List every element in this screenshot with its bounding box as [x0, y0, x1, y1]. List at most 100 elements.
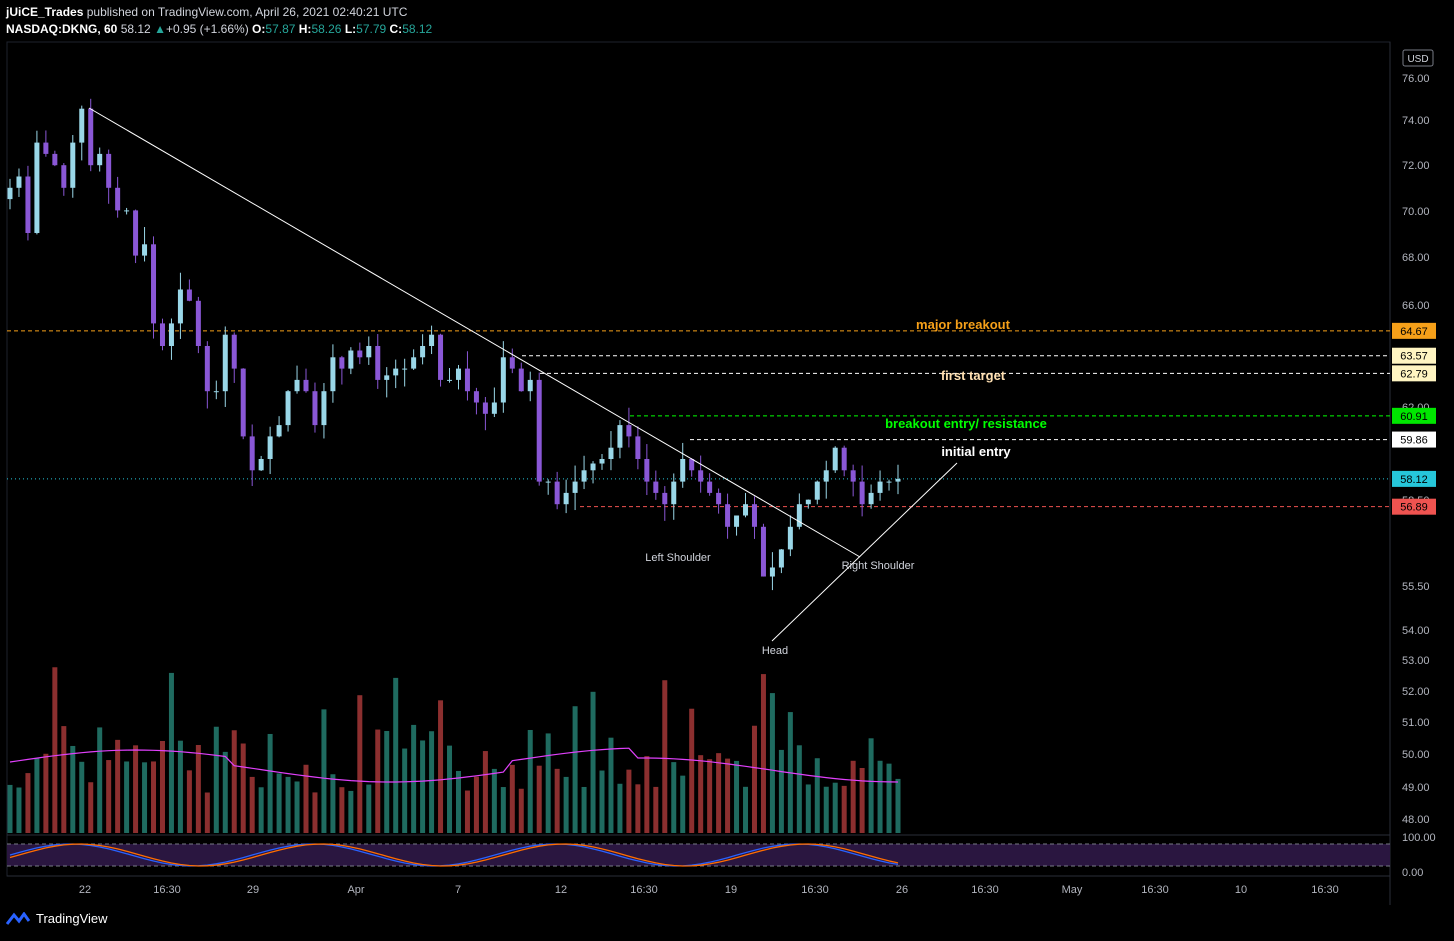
volume-bar [662, 680, 668, 833]
candle-body [177, 289, 183, 324]
candle-body [195, 300, 201, 346]
volume-bar [805, 784, 811, 833]
volume-bar [420, 740, 426, 833]
candle-body [240, 368, 246, 437]
volume-bar [231, 730, 237, 833]
x-tick-label: 16:30 [801, 884, 829, 896]
candle-body [70, 142, 76, 188]
price-chart[interactable]: USD76.0074.0072.0070.0068.0066.0064.0062… [0, 0, 1454, 941]
volume-bar [106, 760, 112, 833]
x-tick-label: 12 [555, 884, 567, 896]
candle-body [680, 459, 686, 482]
candle-body [473, 391, 479, 403]
candle-body [635, 436, 641, 459]
candle-body [698, 470, 704, 482]
candle-body [447, 379, 453, 381]
volume-bar [671, 762, 677, 833]
volume-bar [115, 739, 121, 833]
y-tick-label: 48.00 [1402, 814, 1430, 826]
head-label: Head [762, 645, 788, 657]
volume-bar [599, 770, 605, 833]
volume-bar [447, 745, 453, 833]
candle-body [886, 481, 892, 483]
volume-bar [177, 740, 183, 833]
volume-bar [841, 785, 847, 833]
volume-bar [743, 786, 749, 833]
candle-body [213, 391, 219, 393]
candle-body [79, 108, 85, 143]
volume-bar [124, 761, 130, 833]
volume-bar [617, 783, 623, 833]
volume-bar [653, 786, 659, 833]
candle-body [267, 436, 273, 459]
candle-body [276, 425, 282, 437]
candle-body [617, 425, 623, 448]
volume-bar [16, 787, 22, 833]
volume-bar [473, 776, 479, 833]
candle-body [339, 357, 345, 369]
y-tick-label: 72.00 [1402, 160, 1430, 172]
volume-bar [393, 677, 399, 833]
volume-bar [348, 790, 354, 833]
candle-body [384, 375, 390, 380]
candle-body [366, 346, 372, 358]
price-tag-label: 60.91 [1400, 411, 1428, 423]
volume-bar [168, 672, 174, 833]
x-tick-label: 16:30 [1311, 884, 1339, 896]
volume-bar [339, 787, 345, 833]
volume-bar [796, 745, 802, 833]
x-tick-label: Apr [347, 884, 364, 896]
candle-body [707, 481, 713, 493]
candle-body [671, 481, 677, 505]
candle-body [536, 379, 542, 482]
osc-tick-label: 100.00 [1402, 832, 1436, 844]
price-tag-label: 56.89 [1400, 502, 1428, 514]
volume-bar [61, 726, 67, 833]
volume-bar [411, 724, 417, 833]
volume-bar [455, 770, 461, 833]
candle-body [482, 402, 488, 414]
volume-bar [581, 786, 587, 833]
candle-body [357, 350, 363, 358]
volume-bar [491, 768, 497, 833]
volume-bar [734, 760, 740, 833]
candle-body [787, 526, 793, 550]
candle-body [644, 459, 650, 482]
candle-body [689, 459, 695, 471]
volume-bar [868, 738, 874, 833]
candle-body [554, 481, 560, 505]
candle-body [545, 481, 551, 483]
candle-body [52, 153, 58, 166]
candle-body [285, 391, 291, 426]
candle-body [608, 447, 614, 459]
volume-bar [97, 727, 103, 833]
candle-body [662, 492, 668, 505]
candle-body [411, 357, 417, 369]
volume-bar [321, 709, 327, 833]
candle-body [61, 165, 67, 188]
x-tick-label: 19 [725, 884, 737, 896]
candle-body [25, 176, 31, 233]
volume-bar [303, 764, 309, 833]
candle-body [420, 346, 426, 358]
price-tag-label: 63.57 [1400, 351, 1428, 363]
footer-brand[interactable]: TradingView [6, 911, 108, 926]
volume-bar [725, 758, 731, 833]
volume-bar [294, 781, 300, 833]
volume-bar [644, 756, 650, 833]
candle-body [375, 346, 381, 380]
volume-bar [222, 751, 228, 833]
candle-body [527, 379, 533, 392]
candle-body [563, 492, 569, 505]
volume-bar [285, 776, 291, 833]
volume-bar [689, 708, 695, 833]
volume-bar [698, 755, 704, 833]
candle-body [841, 447, 847, 471]
candle-body [321, 391, 327, 426]
candle-body [814, 481, 820, 500]
volume-bar [536, 765, 542, 833]
x-tick-label: 16:30 [1141, 884, 1169, 896]
volume-bar [760, 674, 766, 833]
candle-body [769, 567, 775, 577]
volume-bar [778, 749, 784, 833]
